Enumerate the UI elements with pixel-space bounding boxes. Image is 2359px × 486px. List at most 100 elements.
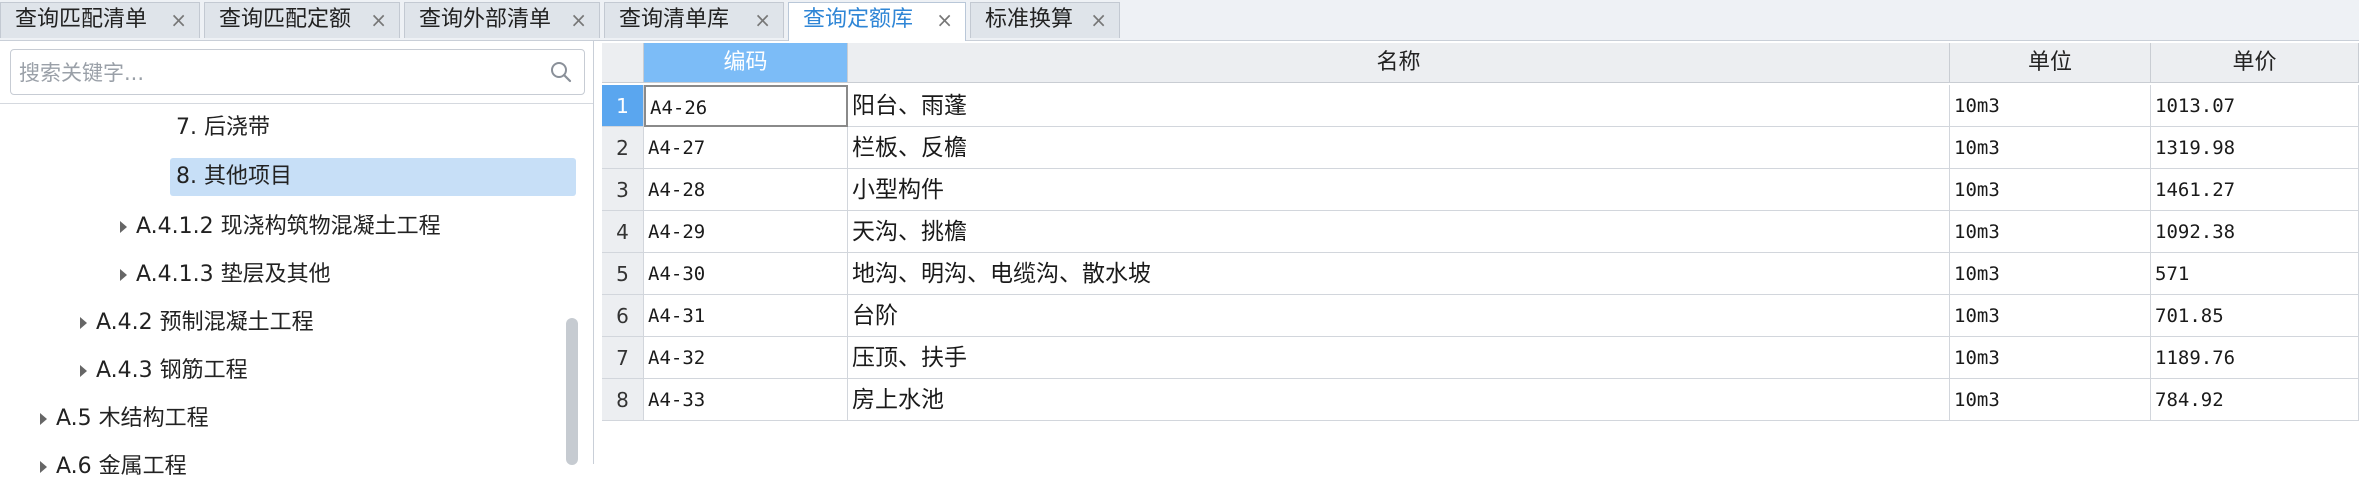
tab-label: 查询清单库 [619, 7, 730, 32]
tree-node[interactable]: 7. 后浇带 [176, 109, 270, 147]
expand-arrow-icon[interactable] [80, 317, 87, 329]
expand-arrow-icon[interactable] [120, 221, 127, 233]
tree-node[interactable]: A.4.2 预制混凝土工程 [96, 304, 314, 342]
table-row[interactable]: 3 A4-28 小型构件 10m3 1461.27 [602, 169, 2359, 211]
cell-name[interactable]: 小型构件 [848, 169, 1950, 211]
table-row[interactable]: 1 A4-26 阳台、雨蓬 10m3 1013.07 [602, 85, 2359, 127]
cell-unit[interactable]: 10m3 [1950, 211, 2151, 253]
tab-label: 标准换算 [985, 7, 1074, 32]
cell-price[interactable]: 701.85 [2151, 295, 2359, 337]
tree-node-label: A.4.2 预制混凝土工程 [96, 310, 314, 335]
tree-node[interactable]: A.4.1.3 垫层及其他 [136, 256, 331, 294]
tab-label: 查询匹配定额 [219, 7, 352, 32]
cell-price[interactable]: 571 [2151, 253, 2359, 295]
cell-price[interactable]: 1319.98 [2151, 127, 2359, 169]
cell-code[interactable]: A4-28 [644, 169, 848, 211]
cell-name[interactable]: 房上水池 [848, 379, 1950, 421]
tree-node-label: A.5 木结构工程 [56, 406, 209, 431]
close-icon[interactable]: × [754, 3, 771, 37]
tab-query-quota-library[interactable]: 查询定额库 × [788, 2, 966, 41]
cell-name[interactable]: 栏板、反檐 [848, 127, 1950, 169]
table-row[interactable]: 8 A4-33 房上水池 10m3 784.92 [602, 379, 2359, 421]
cell-name[interactable]: 地沟、明沟、电缆沟、散水坡 [848, 253, 1950, 295]
cell-code[interactable]: A4-32 [644, 337, 848, 379]
tree-scrollbar-thumb[interactable] [566, 318, 578, 465]
table-row[interactable]: 6 A4-31 台阶 10m3 701.85 [602, 295, 2359, 337]
tab-label: 查询外部清单 [419, 7, 552, 32]
quota-tree: 7. 后浇带 8. 其他项目 A.4.1.2 现浇构筑物混凝土工程 A.4.1.… [0, 103, 593, 479]
tab-query-external-list[interactable]: 查询外部清单 × [404, 2, 600, 38]
tab-standard-conversion[interactable]: 标准换算 × [970, 2, 1120, 38]
search-input[interactable] [17, 56, 541, 90]
cell-unit[interactable]: 10m3 [1950, 295, 2151, 337]
table-row[interactable]: 4 A4-29 天沟、挑檐 10m3 1092.38 [602, 211, 2359, 253]
cell-code[interactable]: A4-26 [644, 85, 848, 127]
cell-price[interactable]: 1092.38 [2151, 211, 2359, 253]
row-number[interactable]: 1 [602, 85, 644, 127]
tree-node[interactable]: A.4.1.2 现浇构筑物混凝土工程 [136, 208, 441, 246]
row-number[interactable]: 4 [602, 211, 644, 253]
cell-code[interactable]: A4-27 [644, 127, 848, 169]
tree-node-selected[interactable]: 8. 其他项目 [170, 158, 576, 196]
close-icon[interactable]: × [936, 3, 953, 37]
close-icon[interactable]: × [1090, 3, 1107, 37]
tree-node-label: 8. 其他项目 [176, 164, 292, 189]
close-icon[interactable]: × [570, 3, 587, 37]
expand-arrow-icon[interactable] [40, 461, 47, 473]
cell-price[interactable]: 1189.76 [2151, 337, 2359, 379]
search-icon[interactable] [550, 61, 572, 83]
tree-node[interactable]: A.4.3 钢筋工程 [96, 352, 248, 390]
cell-name[interactable]: 压顶、扶手 [848, 337, 1950, 379]
cell-price[interactable]: 1461.27 [2151, 169, 2359, 211]
row-header-corner [602, 43, 644, 83]
close-icon[interactable]: × [370, 3, 387, 37]
tree-node[interactable]: A.5 木结构工程 [56, 400, 209, 438]
tab-query-match-quota[interactable]: 查询匹配定额 × [204, 2, 400, 38]
quota-grid: 编码 名称 单位 单价 1 A4-26 阳台、雨蓬 10m3 1013.07 2… [602, 41, 2359, 464]
cell-name[interactable]: 阳台、雨蓬 [848, 85, 1950, 127]
cell-name[interactable]: 天沟、挑檐 [848, 211, 1950, 253]
tab-label: 查询定额库 [803, 7, 914, 32]
cell-unit[interactable]: 10m3 [1950, 379, 2151, 421]
tab-label: 查询匹配清单 [15, 7, 148, 32]
cell-unit[interactable]: 10m3 [1950, 337, 2151, 379]
column-header-code[interactable]: 编码 [644, 43, 848, 83]
tree-node-label: A.4.1.2 现浇构筑物混凝土工程 [136, 214, 441, 239]
expand-arrow-icon[interactable] [120, 269, 127, 281]
table-row[interactable]: 5 A4-30 地沟、明沟、电缆沟、散水坡 10m3 571 [602, 253, 2359, 295]
row-number[interactable]: 2 [602, 127, 644, 169]
row-number[interactable]: 6 [602, 295, 644, 337]
cell-code[interactable]: A4-31 [644, 295, 848, 337]
cell-unit[interactable]: 10m3 [1950, 169, 2151, 211]
row-number[interactable]: 7 [602, 337, 644, 379]
quota-tree-panel: 7. 后浇带 8. 其他项目 A.4.1.2 现浇构筑物混凝土工程 A.4.1.… [0, 41, 594, 479]
row-number[interactable]: 8 [602, 379, 644, 421]
close-icon[interactable]: × [170, 3, 187, 37]
column-header-unit[interactable]: 单位 [1950, 43, 2151, 83]
tree-node-label: 7. 后浇带 [176, 115, 270, 140]
expand-arrow-icon[interactable] [40, 413, 47, 425]
table-row[interactable]: 7 A4-32 压顶、扶手 10m3 1189.76 [602, 337, 2359, 379]
tab-query-match-list[interactable]: 查询匹配清单 × [0, 2, 200, 38]
tab-query-list-library[interactable]: 查询清单库 × [604, 2, 784, 38]
cell-code[interactable]: A4-29 [644, 211, 848, 253]
cell-name[interactable]: 台阶 [848, 295, 1950, 337]
column-header-name[interactable]: 名称 [848, 43, 1950, 83]
row-number[interactable]: 3 [602, 169, 644, 211]
cell-unit[interactable]: 10m3 [1950, 85, 2151, 127]
cell-code[interactable]: A4-33 [644, 379, 848, 421]
tab-bar: 查询匹配清单 × 查询匹配定额 × 查询外部清单 × 查询清单库 × 查询定额库… [0, 0, 2359, 41]
cell-unit[interactable]: 10m3 [1950, 127, 2151, 169]
expand-arrow-icon[interactable] [80, 365, 87, 377]
cell-price[interactable]: 784.92 [2151, 379, 2359, 421]
cell-unit[interactable]: 10m3 [1950, 253, 2151, 295]
tree-node[interactable]: A.6 金属工程 [56, 448, 187, 486]
row-number[interactable]: 5 [602, 253, 644, 295]
search-box [10, 49, 585, 95]
table-row[interactable]: 2 A4-27 栏板、反檐 10m3 1319.98 [602, 127, 2359, 169]
tree-node-label: A.4.1.3 垫层及其他 [136, 262, 331, 287]
tree-node-label: A.6 金属工程 [56, 454, 187, 479]
cell-price[interactable]: 1013.07 [2151, 85, 2359, 127]
column-header-price[interactable]: 单价 [2151, 43, 2359, 83]
cell-code[interactable]: A4-30 [644, 253, 848, 295]
